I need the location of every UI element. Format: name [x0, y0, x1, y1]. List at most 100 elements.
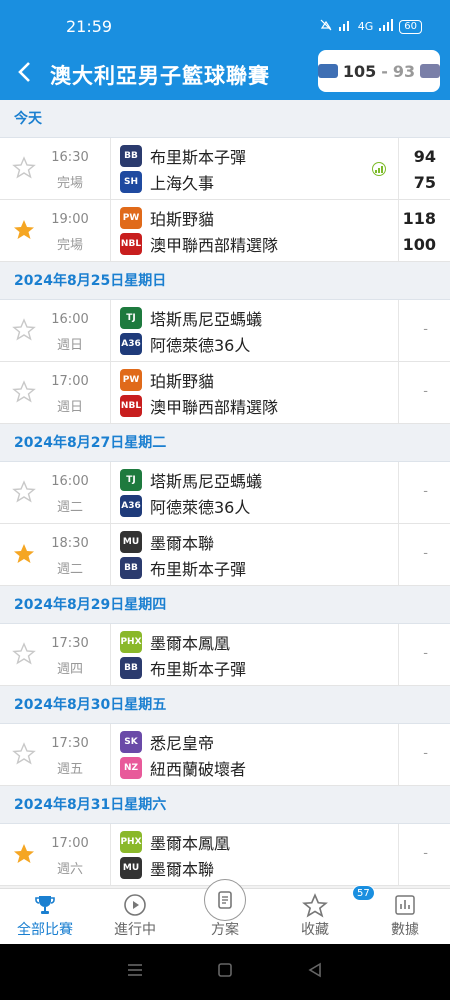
away-score: 75 — [413, 173, 436, 192]
status-time: 21:59 — [66, 17, 113, 36]
app-header-bar: 21:59 4G 60 澳大利亞男子籃球聯賽 105 - 93 — [0, 0, 450, 100]
menu-icon[interactable] — [126, 962, 144, 982]
favorite-star-icon[interactable] — [12, 480, 36, 504]
team-logo: A36 — [120, 495, 142, 517]
match-list[interactable]: 今天 16:30 完場 BB 布里斯本子彈 SH 上海久事 94 75 19:00 完場 PW 珀斯野貓… — [0, 100, 450, 888]
match-row[interactable]: 17:00 週日 PW 珀斯野貓 NBL 澳甲聯西部精選隊 - — [0, 362, 450, 424]
match-status: 週日 — [56, 400, 83, 415]
date-section-header: 今天 — [0, 100, 450, 138]
away-team: A36 阿德萊德36人 — [120, 332, 250, 356]
home-team: PW 珀斯野貓 — [120, 206, 214, 230]
match-row[interactable]: 16:00 週二 TJ 塔斯馬尼亞螞蟻 A36 阿德萊德36人 - — [0, 462, 450, 524]
home-team: SK 悉尼皇帝 — [120, 730, 214, 754]
team-name: 澳甲聯西部精選隊 — [150, 398, 279, 417]
nav-item[interactable]: 方案 — [180, 879, 270, 944]
team-name: 珀斯野貓 — [150, 210, 215, 229]
divider — [398, 138, 399, 199]
favorite-star-icon[interactable] — [12, 318, 36, 342]
back-triangle-icon[interactable] — [306, 961, 324, 983]
score-placeholder: - — [423, 546, 428, 561]
match-time: 19:00 — [51, 212, 89, 227]
status-bar: 21:59 4G 60 — [0, 0, 450, 56]
nav-item[interactable]: 進行中 — [90, 889, 180, 944]
away-team: BB 布里斯本子彈 — [120, 556, 246, 580]
score-placeholder: - — [423, 484, 428, 499]
home-team: PHX 墨爾本鳳凰 — [120, 630, 230, 654]
match-time: 17:00 — [51, 836, 89, 851]
team-logo: PW — [120, 369, 142, 391]
home-team: MU 墨爾本聯 — [120, 530, 214, 554]
nav-item[interactable]: 57 收藏 — [270, 885, 375, 944]
nav-item[interactable]: 數據 — [360, 889, 450, 944]
team-logo: BB — [120, 657, 142, 679]
match-row[interactable]: 16:00 週日 TJ 塔斯馬尼亞螞蟻 A36 阿德萊德36人 - — [0, 300, 450, 362]
home-team-logo — [318, 64, 338, 78]
divider — [110, 300, 111, 361]
favorite-star-icon[interactable] — [12, 842, 36, 866]
favorite-star-icon[interactable] — [12, 218, 36, 242]
favorite-star-icon[interactable] — [12, 642, 36, 666]
home-team: PHX 墨爾本鳳凰 — [120, 830, 230, 854]
score-placeholder: - — [423, 746, 428, 761]
match-row[interactable]: 18:30 週二 MU 墨爾本聯 BB 布里斯本子彈 - — [0, 524, 450, 586]
away-team: NZ 紐西蘭破壞者 — [120, 756, 246, 780]
team-name: 布里斯本子彈 — [150, 560, 247, 579]
divider — [398, 462, 399, 523]
match-row[interactable]: 17:00 週六 PHX 墨爾本鳳凰 MU 墨爾本聯 - — [0, 824, 450, 886]
match-time: 17:30 — [51, 636, 89, 651]
team-logo: A36 — [120, 333, 142, 355]
team-name: 塔斯馬尼亞螞蟻 — [150, 472, 263, 491]
match-time: 16:00 — [51, 474, 89, 489]
stats-icon[interactable] — [372, 162, 386, 176]
match-row[interactable]: 16:30 完場 BB 布里斯本子彈 SH 上海久事 94 75 — [0, 138, 450, 200]
team-logo: NBL — [120, 395, 142, 417]
away-score: 100 — [402, 235, 436, 254]
featured-score-chip[interactable]: 105 - 93 — [318, 50, 440, 92]
nav-item[interactable]: 全部比賽 — [0, 889, 90, 944]
match-row[interactable]: 17:30 週四 PHX 墨爾本鳳凰 BB 布里斯本子彈 - — [0, 624, 450, 686]
team-logo: PW — [120, 207, 142, 229]
signal-bars-icon — [379, 19, 394, 34]
match-time: 16:30 — [51, 150, 89, 165]
match-row[interactable]: 17:30 週五 SK 悉尼皇帝 NZ 紐西蘭破壞者 - — [0, 724, 450, 786]
team-logo: PHX — [120, 831, 142, 853]
back-button[interactable] — [12, 58, 36, 86]
team-name: 布里斯本子彈 — [150, 660, 247, 679]
featured-away-score: 93 — [392, 61, 416, 81]
match-status: 週五 — [56, 762, 83, 777]
team-name: 阿德萊德36人 — [150, 498, 251, 517]
team-logo: NZ — [120, 757, 142, 779]
favorite-star-icon[interactable] — [12, 542, 36, 566]
trophy-icon — [33, 893, 57, 921]
home-icon[interactable] — [216, 961, 234, 983]
nav-label: 數據 — [391, 922, 419, 938]
system-nav-bar — [0, 944, 450, 1000]
document-icon — [204, 879, 246, 921]
team-name: 澳甲聯西部精選隊 — [150, 236, 279, 255]
divider — [110, 362, 111, 423]
match-time: 17:30 — [51, 736, 89, 751]
match-status: 週二 — [56, 562, 83, 577]
status-icons: 4G 60 — [320, 19, 422, 34]
divider — [398, 524, 399, 585]
network-type: 4G — [357, 20, 374, 33]
team-name: 布里斯本子彈 — [150, 148, 247, 167]
match-status: 週六 — [56, 862, 83, 877]
team-name: 墨爾本鳳凰 — [150, 634, 231, 653]
divider — [398, 724, 399, 785]
divider — [398, 362, 399, 423]
nav-label: 全部比賽 — [17, 922, 73, 938]
away-team: NBL 澳甲聯西部精選隊 — [120, 394, 278, 418]
favorite-star-icon[interactable] — [12, 380, 36, 404]
favorite-star-icon[interactable] — [12, 156, 36, 180]
team-logo: MU — [120, 531, 142, 553]
favorite-star-icon[interactable] — [12, 742, 36, 766]
team-name: 墨爾本聯 — [150, 534, 215, 553]
team-logo: BB — [120, 557, 142, 579]
battery-icon: 60 — [399, 19, 422, 34]
bar-chart-icon — [393, 893, 417, 921]
star-icon: 57 — [302, 885, 375, 923]
score-placeholder: - — [423, 846, 428, 861]
nav-label: 方案 — [211, 922, 239, 938]
match-row[interactable]: 19:00 完場 PW 珀斯野貓 NBL 澳甲聯西部精選隊 118 100 — [0, 200, 450, 262]
